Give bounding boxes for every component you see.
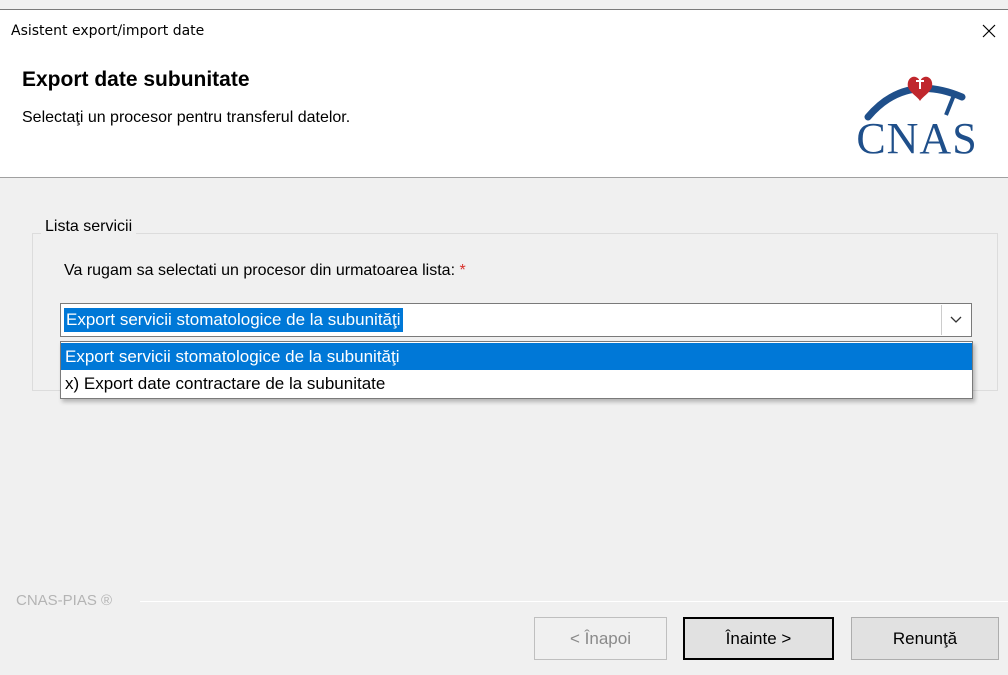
footer-separator: CNAS-PIAS ® bbox=[0, 592, 1008, 612]
title-bar: Asistent export/import date bbox=[0, 9, 1008, 51]
wizard-header: Export date subunitate Selectaţi un proc… bbox=[0, 51, 1008, 178]
logo-text: CNAS bbox=[856, 114, 978, 163]
page-subtitle: Selectaţi un procesor pentru transferul … bbox=[22, 109, 351, 126]
close-button[interactable] bbox=[970, 10, 1008, 52]
processor-dropdown-list: Export servicii stomatologice de la subu… bbox=[60, 341, 973, 399]
close-icon bbox=[982, 24, 996, 38]
processor-select-value: Export servicii stomatologice de la subu… bbox=[64, 308, 403, 332]
group-legend: Lista servicii bbox=[41, 218, 137, 236]
next-button[interactable]: Înainte > bbox=[683, 617, 834, 660]
dropdown-option-contractare[interactable]: x) Export date contractare de la subunit… bbox=[61, 370, 972, 397]
dropdown-button[interactable] bbox=[941, 305, 970, 335]
page-title: Export date subunitate bbox=[22, 68, 250, 91]
export-import-dialog: Asistent export/import date Export date … bbox=[0, 0, 1008, 675]
processor-select[interactable]: Export servicii stomatologice de la subu… bbox=[60, 303, 972, 337]
window-title: Asistent export/import date bbox=[11, 23, 205, 39]
required-marker: * bbox=[459, 262, 466, 279]
chevron-down-icon bbox=[950, 316, 962, 323]
footer-brand: CNAS-PIAS ® bbox=[16, 592, 117, 609]
cnas-logo: CNAS bbox=[850, 69, 984, 161]
back-button[interactable]: < Înapoi bbox=[534, 617, 667, 660]
processor-prompt: Va rugam sa selectati un procesor din ur… bbox=[64, 262, 466, 280]
dropdown-option-stomatologice[interactable]: Export servicii stomatologice de la subu… bbox=[61, 343, 972, 370]
footer-line bbox=[140, 601, 1008, 602]
prompt-label: Va rugam sa selectati un procesor din ur… bbox=[64, 262, 456, 279]
cancel-button[interactable]: Renunţă bbox=[851, 617, 999, 660]
